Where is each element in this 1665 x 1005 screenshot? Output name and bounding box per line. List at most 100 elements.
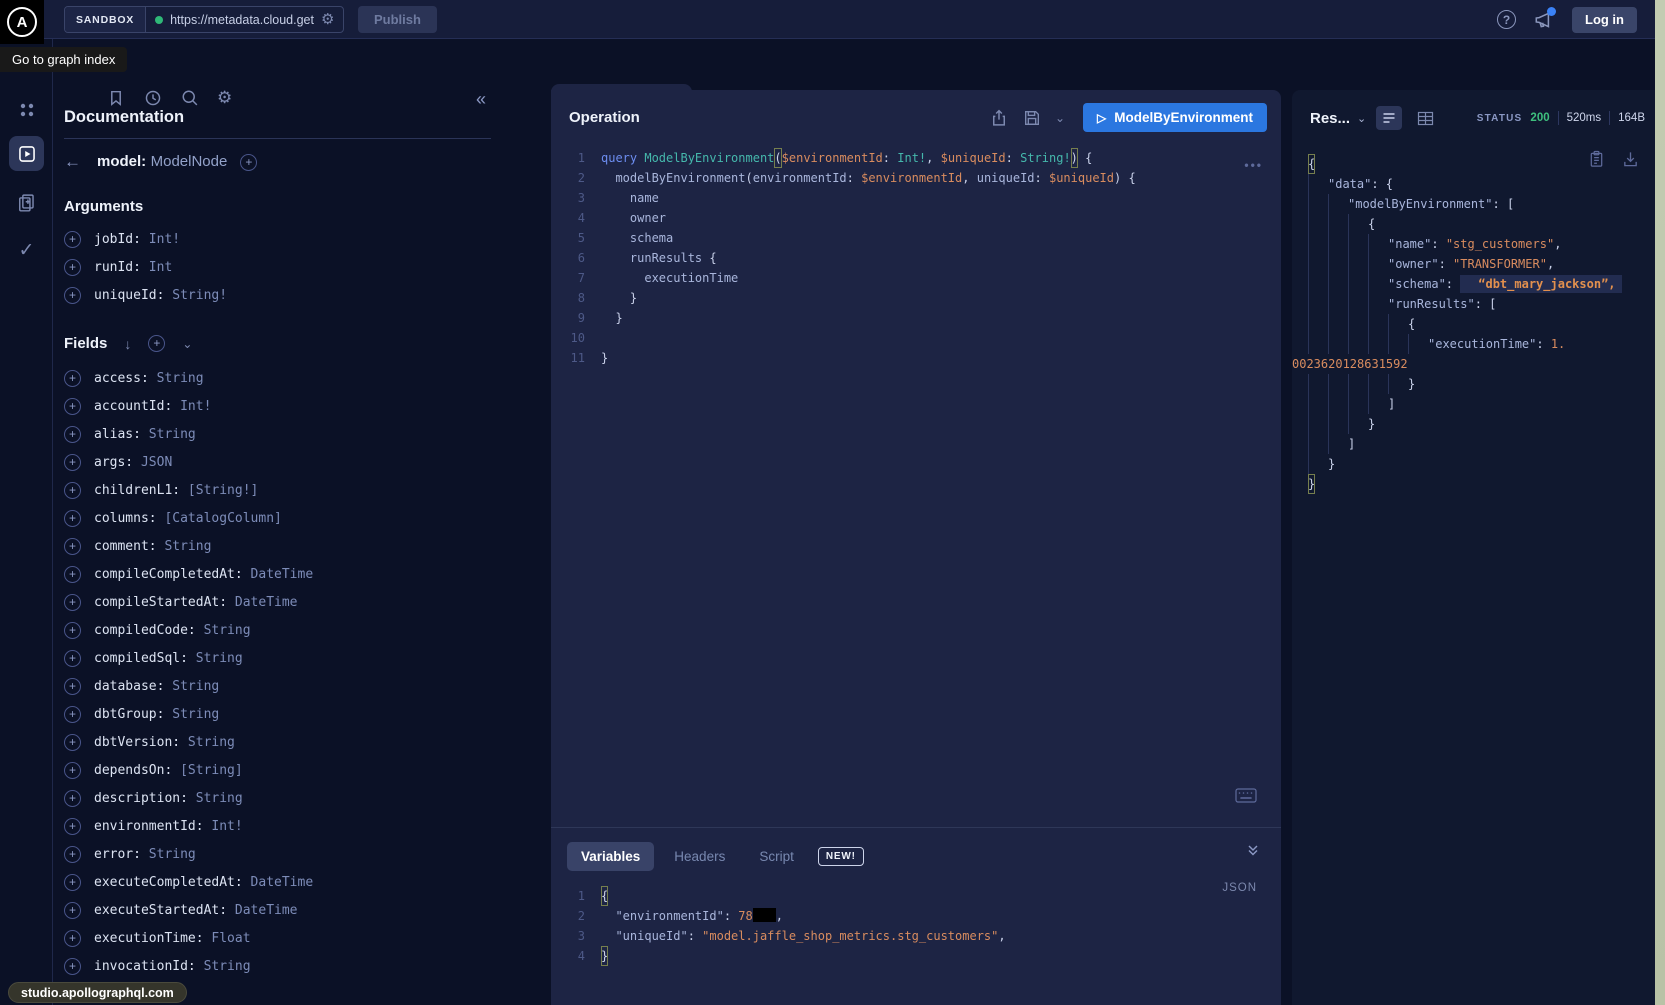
field-type[interactable]: Int! (211, 819, 242, 834)
operation-options-icon[interactable]: ••• (1244, 158, 1263, 172)
field-type[interactable]: String (157, 371, 204, 386)
checks-nav-item[interactable]: ✓ (0, 239, 53, 262)
response-dropdown-icon[interactable]: ⌄ (1357, 112, 1366, 125)
field-type[interactable]: JSON (141, 455, 172, 470)
table-view-button[interactable] (1412, 106, 1438, 130)
add-field-icon[interactable]: + (64, 259, 81, 276)
field-type[interactable]: [String!] (188, 483, 258, 498)
doc-field-row[interactable]: +dbtGroup: String (64, 700, 551, 728)
doc-field-row[interactable]: +executionTime: Float (64, 924, 551, 952)
field-type[interactable]: String (164, 539, 211, 554)
add-field-icon[interactable]: + (64, 454, 81, 471)
doc-field-row[interactable]: +args: JSON (64, 448, 551, 476)
doc-field-row[interactable]: +compiledSql: String (64, 644, 551, 672)
run-operation-button[interactable]: ▷ ModelByEnvironment (1083, 103, 1267, 132)
endpoint-url[interactable]: https://metadata.cloud.get (170, 13, 314, 27)
back-arrow-icon[interactable]: ← (64, 152, 84, 172)
field-type[interactable]: String (188, 735, 235, 750)
add-field-icon[interactable]: + (64, 762, 81, 779)
response-title[interactable]: Res... (1310, 110, 1350, 127)
tab-headers[interactable]: Headers (660, 842, 739, 871)
field-type[interactable]: Int! (149, 232, 180, 247)
raw-view-button[interactable] (1376, 106, 1402, 130)
field-type[interactable]: String (149, 847, 196, 862)
explorer-nav-item[interactable] (9, 136, 44, 171)
tab-script[interactable]: Script (745, 842, 808, 871)
add-field-icon[interactable]: + (64, 734, 81, 751)
field-type[interactable]: Int! (180, 399, 211, 414)
add-field-icon[interactable]: + (64, 958, 81, 975)
add-field-icon[interactable]: + (64, 426, 81, 443)
apollo-logo[interactable]: A (0, 0, 44, 44)
login-button[interactable]: Log in (1572, 7, 1637, 33)
doc-field-row[interactable]: +access: String (64, 364, 551, 392)
field-type[interactable]: String! (172, 288, 227, 303)
endpoint-input[interactable]: https://metadata.cloud.get ⚙ (146, 7, 343, 32)
doc-field-row[interactable]: +executeCompletedAt: DateTime (64, 868, 551, 896)
save-options-chevron-icon[interactable]: ⌄ (1055, 111, 1065, 125)
field-type[interactable]: String (196, 651, 243, 666)
add-field-icon[interactable]: + (64, 594, 81, 611)
help-icon[interactable]: ? (1497, 10, 1516, 29)
doc-field-row[interactable]: +compiledCode: String (64, 616, 551, 644)
doc-field-row[interactable]: +invocationId: String (64, 952, 551, 980)
add-field-icon[interactable]: + (64, 566, 81, 583)
collapse-variables-icon[interactable] (1245, 842, 1261, 858)
add-field-icon[interactable]: + (64, 650, 81, 667)
add-field-icon[interactable]: + (64, 622, 81, 639)
doc-field-row[interactable]: +error: String (64, 840, 551, 868)
save-icon[interactable] (1022, 108, 1042, 128)
add-field-icon[interactable]: + (64, 231, 81, 248)
announcements-icon[interactable] (1533, 9, 1555, 31)
add-field-icon[interactable]: + (64, 678, 81, 695)
field-type[interactable]: DateTime (235, 903, 298, 918)
variables-editor[interactable]: 1{2 "environmentId": 78,3 "uniqueId": "m… (551, 886, 1221, 966)
doc-field-row[interactable]: +jobId: Int! (64, 225, 551, 253)
add-field-icon[interactable]: + (64, 538, 81, 555)
field-type[interactable]: [CatalogColumn] (164, 511, 281, 526)
field-type[interactable]: DateTime (235, 595, 298, 610)
add-field-icon[interactable]: + (64, 370, 81, 387)
doc-field-row[interactable]: +accountId: Int! (64, 392, 551, 420)
add-field-icon[interactable]: + (64, 706, 81, 723)
field-type[interactable]: String (149, 427, 196, 442)
doc-field-row[interactable]: +description: String (64, 784, 551, 812)
doc-field-row[interactable]: +environmentId: Int! (64, 812, 551, 840)
connection-settings-icon[interactable]: ⚙ (321, 12, 334, 27)
field-type[interactable]: Int (149, 260, 172, 275)
doc-field-row[interactable]: +executeStartedAt: DateTime (64, 896, 551, 924)
add-field-icon[interactable]: + (64, 930, 81, 947)
collections-nav-item[interactable] (0, 192, 53, 213)
share-icon[interactable] (989, 108, 1009, 128)
doc-field-row[interactable]: +columns: [CatalogColumn] (64, 504, 551, 532)
add-field-icon[interactable]: + (64, 902, 81, 919)
add-type-icon[interactable]: + (240, 154, 257, 171)
field-type[interactable]: String (196, 791, 243, 806)
doc-field-row[interactable]: +dbtVersion: String (64, 728, 551, 756)
add-field-icon[interactable]: + (64, 510, 81, 527)
add-field-icon[interactable]: + (64, 790, 81, 807)
doc-field-row[interactable]: +comment: String (64, 532, 551, 560)
graph-index-icon[interactable] (0, 101, 53, 119)
field-type[interactable]: [String] (180, 763, 243, 778)
doc-field-row[interactable]: +compileCompletedAt: DateTime (64, 560, 551, 588)
doc-field-row[interactable]: +compileStartedAt: DateTime (64, 588, 551, 616)
add-field-icon[interactable]: + (64, 482, 81, 499)
field-type[interactable]: String (172, 707, 219, 722)
doc-field-row[interactable]: +uniqueId: String! (64, 281, 551, 309)
add-field-icon[interactable]: + (64, 874, 81, 891)
field-type[interactable]: String (204, 959, 251, 974)
tab-variables[interactable]: Variables (567, 842, 654, 871)
add-all-fields-icon[interactable]: + (148, 335, 165, 352)
doc-field-row[interactable]: +database: String (64, 672, 551, 700)
chevron-down-icon[interactable]: ⌄ (182, 337, 192, 351)
add-field-icon[interactable]: + (64, 287, 81, 304)
field-type[interactable]: String (172, 679, 219, 694)
doc-type-kind[interactable]: ModelNode (151, 153, 228, 170)
response-body[interactable]: {"data": {"modelByEnvironment": [{"name"… (1308, 154, 1647, 494)
field-type[interactable]: DateTime (251, 567, 314, 582)
doc-field-row[interactable]: +dependsOn: [String] (64, 756, 551, 784)
add-field-icon[interactable]: + (64, 398, 81, 415)
publish-button[interactable]: Publish (358, 6, 437, 33)
keyboard-shortcuts-icon[interactable] (1235, 788, 1257, 803)
